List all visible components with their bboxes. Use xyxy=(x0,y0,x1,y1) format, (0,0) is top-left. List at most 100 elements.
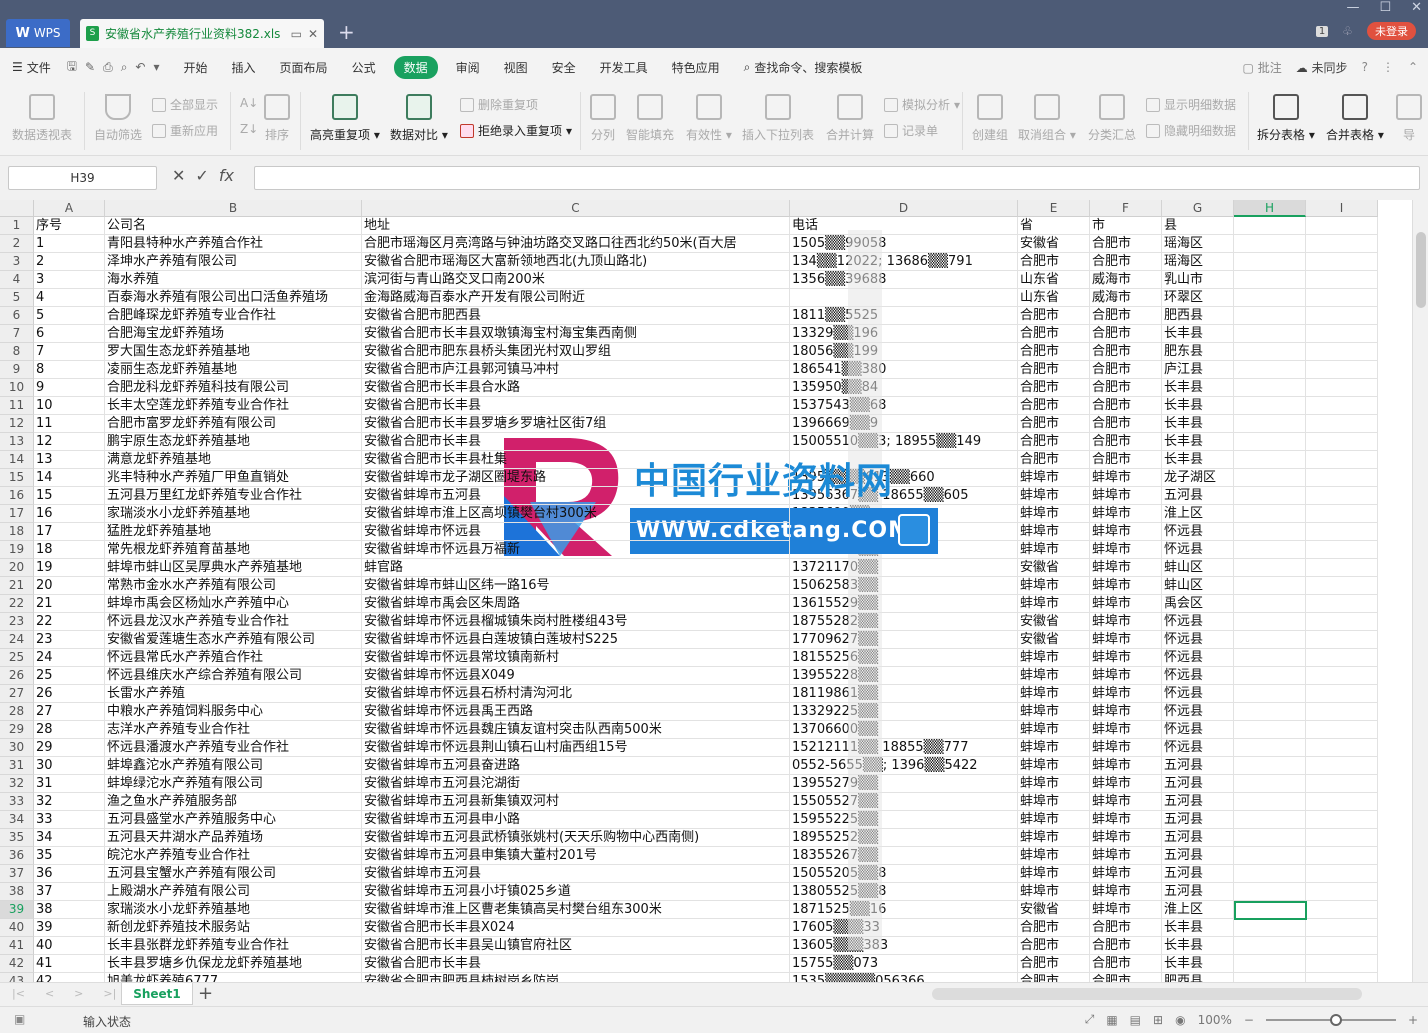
table-cell[interactable]: 满意龙虾养殖基地 xyxy=(105,451,362,469)
table-cell[interactable]: 常熟市金水水产养殖有限公司 xyxy=(105,577,362,595)
comment-button[interactable]: ▢ 批注 xyxy=(1243,59,1282,76)
row-header[interactable]: 14 xyxy=(0,451,34,469)
table-cell[interactable]: 安徽省蚌埠市五河县新集镇双河村 xyxy=(362,793,790,811)
table-cell[interactable]: 蚌埠市 xyxy=(1090,901,1162,919)
table-cell[interactable]: 蚌埠市 xyxy=(1090,775,1162,793)
menu-tab-data[interactable]: 数据 xyxy=(393,55,438,79)
table-cell[interactable]: 13955279▒▒ xyxy=(790,775,1018,793)
table-cell[interactable]: 蚌埠市 xyxy=(1018,541,1090,559)
table-cell[interactable]: 合肥市 xyxy=(1018,451,1090,469)
table-cell[interactable]: 26 xyxy=(34,685,105,703)
table-cell[interactable]: 32 xyxy=(34,793,105,811)
table-cell[interactable] xyxy=(1234,379,1306,397)
table-cell[interactable]: 13329▒▒196 xyxy=(790,325,1018,343)
row-header[interactable]: 19 xyxy=(0,541,34,559)
table-cell[interactable]: 乳山市 xyxy=(1162,271,1234,289)
table-cell[interactable]: 安徽省蚌埠市淮上区高坝镇樊台村300米 xyxy=(362,505,790,523)
table-cell[interactable] xyxy=(1306,397,1378,415)
table-cell[interactable] xyxy=(1234,271,1306,289)
table-cell[interactable]: 蚌埠市 xyxy=(1090,577,1162,595)
table-cell[interactable]: 33 xyxy=(34,811,105,829)
table-cell[interactable]: 五河县 xyxy=(1162,775,1234,793)
table-cell[interactable]: 百泰海水养殖有限公司出口活鱼养殖场 xyxy=(105,289,362,307)
reject-duplicates-button[interactable]: 拒绝录入重复项 ▾ xyxy=(460,122,572,139)
table-cell[interactable]: 25 xyxy=(34,667,105,685)
table-cell[interactable]: 安徽省合肥市肥东县桥头集团光村双山罗组 xyxy=(362,343,790,361)
table-cell[interactable]: 家瑞淡水小龙虾养殖基地 xyxy=(105,505,362,523)
table-cell[interactable]: 五河县宝蟹水产养殖有限公司 xyxy=(105,865,362,883)
table-cell[interactable]: 10 xyxy=(34,397,105,415)
vertical-scrollbar[interactable] xyxy=(1412,200,1428,982)
table-cell[interactable] xyxy=(1234,307,1306,325)
table-cell[interactable] xyxy=(1234,343,1306,361)
table-cell[interactable]: 龙子湖区 xyxy=(1162,469,1234,487)
table-cell[interactable]: 1 xyxy=(34,235,105,253)
table-cell[interactable]: 五河县 xyxy=(1162,883,1234,901)
table-cell[interactable]: 合肥市 xyxy=(1018,919,1090,937)
create-group-button[interactable]: 创建组 xyxy=(972,94,1008,143)
spreadsheet-grid[interactable]: A B C D E F G H I 1 序号 公司名 地址 电话省市县 2 1 青阳县特种水产养殖合作社 合肥市瑶… xyxy=(0,200,1428,982)
table-cell[interactable] xyxy=(1306,649,1378,667)
table-cell[interactable]: 合肥市 xyxy=(1018,397,1090,415)
table-cell[interactable]: 安徽省 xyxy=(1018,901,1090,919)
table-cell[interactable] xyxy=(1306,721,1378,739)
row-header[interactable]: 21 xyxy=(0,577,34,595)
next-sheet-icon[interactable]: > xyxy=(74,987,83,1000)
table-cell[interactable] xyxy=(1306,847,1378,865)
menu-tab-formula[interactable]: 公式 xyxy=(340,59,388,76)
column-header-h[interactable]: H xyxy=(1234,200,1306,217)
table-cell[interactable]: 15062583▒▒ xyxy=(790,577,1018,595)
table-cell[interactable]: 42 xyxy=(34,973,105,982)
table-cell[interactable] xyxy=(1234,577,1306,595)
table-cell[interactable]: 志洋水产养殖专业合作社 xyxy=(105,721,362,739)
table-cell[interactable]: 安徽省蚌埠市五河县小圩镇025乡道 xyxy=(362,883,790,901)
table-cell[interactable] xyxy=(1234,919,1306,937)
table-cell[interactable]: 怀远县 xyxy=(1162,685,1234,703)
table-cell[interactable] xyxy=(1306,541,1378,559)
table-cell[interactable]: 安徽省蚌埠市禹会区朱周路 xyxy=(362,595,790,613)
prev-sheet-icon[interactable]: < xyxy=(45,987,54,1000)
table-cell[interactable]: 合肥市瑶海区月亮湾路与钟油坊路交叉路口往西北约50米(百大居 xyxy=(362,235,790,253)
table-cell[interactable]: 安徽省蚌埠市五河县申集镇大董村201号 xyxy=(362,847,790,865)
table-cell[interactable]: 长丰县 xyxy=(1162,415,1234,433)
table-cell[interactable] xyxy=(1306,757,1378,775)
table-cell[interactable]: 31 xyxy=(34,775,105,793)
minimize-icon[interactable]: — xyxy=(1346,0,1359,15)
pivot-table-button[interactable]: 数据透视表 xyxy=(12,94,72,143)
table-cell[interactable]: 合肥市 xyxy=(1090,955,1162,973)
table-cell[interactable] xyxy=(1306,343,1378,361)
table-cell[interactable]: 18355267▒▒ xyxy=(790,847,1018,865)
table-cell[interactable]: 渔之鱼水产养殖服务部 xyxy=(105,793,362,811)
table-cell[interactable]: 庐江县 xyxy=(1162,361,1234,379)
table-cell[interactable] xyxy=(1306,685,1378,703)
table-cell[interactable]: 安徽省合肥市庐江县郭河镇马冲村 xyxy=(362,361,790,379)
table-cell[interactable]: 长丰县罗塘乡仇保龙龙虾养殖基地 xyxy=(105,955,362,973)
table-cell[interactable] xyxy=(1234,595,1306,613)
table-cell[interactable]: 蚌埠市 xyxy=(1018,595,1090,613)
table-cell[interactable]: 合肥市 xyxy=(1090,397,1162,415)
column-header-g[interactable]: G xyxy=(1162,200,1234,217)
table-cell[interactable] xyxy=(1234,415,1306,433)
menu-tab-page-layout[interactable]: 页面布局 xyxy=(268,59,340,76)
table-cell[interactable]: 合肥市 xyxy=(1090,253,1162,271)
data-compare-button[interactable]: 数据对比 ▾ xyxy=(390,94,448,143)
table-cell[interactable]: 15505527▒▒ xyxy=(790,793,1018,811)
table-cell[interactable]: 安徽省蚌埠市怀远县禹王西路 xyxy=(362,703,790,721)
table-cell[interactable] xyxy=(790,289,1018,307)
table-cell[interactable]: 蚌埠市 xyxy=(1090,469,1162,487)
table-cell[interactable] xyxy=(1234,865,1306,883)
table-cell[interactable]: 18119861▒▒ xyxy=(790,685,1018,703)
table-cell[interactable]: 青阳县特种水产养殖合作社 xyxy=(105,235,362,253)
delete-duplicates-button[interactable]: 删除重复项 xyxy=(460,96,538,113)
table-cell[interactable] xyxy=(1306,883,1378,901)
table-cell[interactable]: 淮上区 xyxy=(1162,901,1234,919)
table-cell[interactable] xyxy=(1234,613,1306,631)
table-cell[interactable]: 安徽省蚌埠市蚌山区纬一路16号 xyxy=(362,577,790,595)
table-cell[interactable]: 合肥市 xyxy=(1018,343,1090,361)
table-cell[interactable]: 13329225▒▒ xyxy=(790,703,1018,721)
table-cell[interactable]: 怀远县 xyxy=(1162,721,1234,739)
table-cell[interactable]: 安徽省蚌埠市怀远县魏庄镇友谊村突击队西南500米 xyxy=(362,721,790,739)
table-cell[interactable]: 18155256▒▒ xyxy=(790,649,1018,667)
table-cell[interactable]: 合肥市 xyxy=(1090,451,1162,469)
table-cell[interactable]: 蚌官路 xyxy=(362,559,790,577)
